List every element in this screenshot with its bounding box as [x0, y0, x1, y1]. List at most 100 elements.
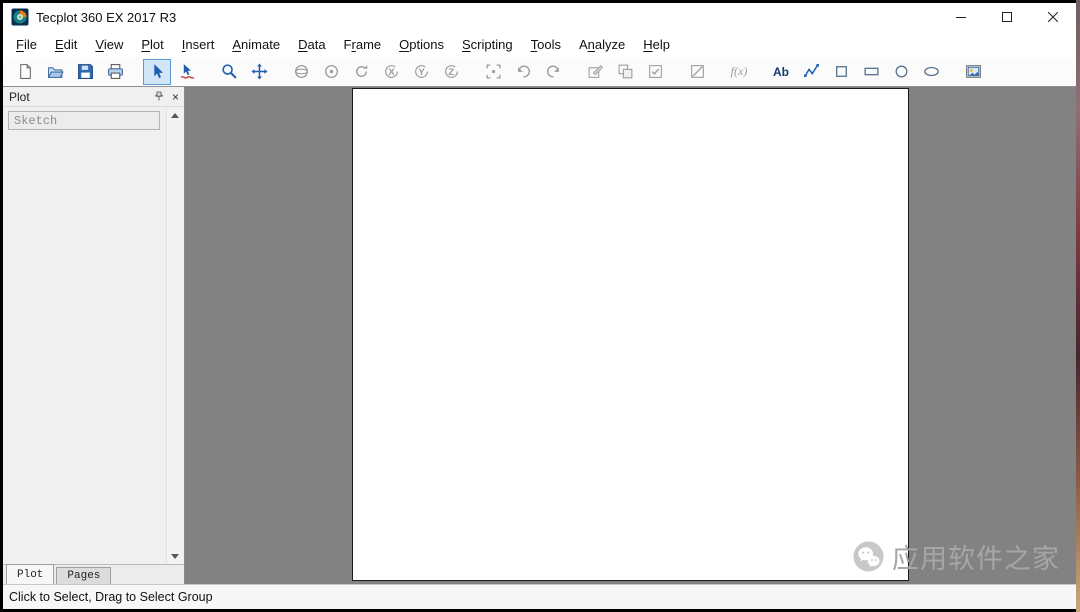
rotate-y-button[interactable]: Y: [407, 59, 435, 85]
translate-tool-button[interactable]: [245, 59, 273, 85]
redraw-button[interactable]: [581, 59, 609, 85]
undo-arrow-icon: [517, 65, 530, 78]
circle-tool-button[interactable]: [887, 59, 915, 85]
print-icon: [107, 64, 123, 79]
rotate-twist-icon: [355, 65, 367, 77]
toolbar: X Y Z f(x) Ab: [3, 57, 1076, 87]
function-tool-button[interactable]: f(x): [725, 59, 753, 85]
adjust-arrow-icon: [180, 64, 194, 79]
dock-pin-icon[interactable]: [154, 91, 165, 102]
redo-arrow-icon: [546, 65, 559, 78]
tab-pages[interactable]: Pages: [56, 567, 112, 584]
auto-redraw-button[interactable]: [641, 59, 669, 85]
window-title: Tecplot 360 EX 2017 R3: [36, 9, 177, 25]
plot-frame[interactable]: [352, 88, 909, 581]
menu-tools[interactable]: Tools: [522, 33, 570, 56]
svg-text:Z: Z: [448, 67, 454, 78]
create-frame-button[interactable]: [959, 59, 987, 85]
adjust-tool-button[interactable]: [173, 59, 201, 85]
tab-plot[interactable]: Plot: [6, 564, 55, 584]
watermark-text: 应用软件之家: [892, 544, 1060, 574]
plot-type-dropdown[interactable]: Sketch: [8, 111, 160, 130]
scroll-up-icon[interactable]: [167, 107, 184, 123]
sidebar-scrollbar[interactable]: [166, 107, 183, 564]
redraw-icon: [588, 65, 603, 78]
circle-shape-icon: [895, 65, 907, 78]
redraw-all-button[interactable]: [611, 59, 639, 85]
close-icon: [1048, 12, 1058, 22]
open-folder-icon: [47, 67, 64, 78]
menu-scripting[interactable]: Scripting: [453, 33, 522, 56]
sidebar-panel-body: Sketch: [3, 107, 184, 564]
menu-animate[interactable]: Animate: [223, 33, 289, 56]
workspace[interactable]: 应用软件之家: [185, 87, 1076, 584]
maximize-icon: [1002, 12, 1012, 22]
tecplot-logo-icon: [11, 8, 29, 26]
new-file-icon: [19, 64, 31, 79]
rotate-z-button[interactable]: Z: [437, 59, 465, 85]
print-button[interactable]: [101, 59, 129, 85]
rotate-rollerball-button[interactable]: [317, 59, 345, 85]
text-tool-button[interactable]: Ab: [767, 59, 795, 85]
minimize-button[interactable]: [938, 3, 984, 31]
ellipse-shape-icon: [923, 66, 939, 77]
menu-insert[interactable]: Insert: [173, 33, 224, 56]
square-shape-icon: [835, 66, 847, 77]
fit-view-button[interactable]: [479, 59, 507, 85]
redo-view-button[interactable]: [539, 59, 567, 85]
statusbar: Click to Select, Drag to Select Group: [3, 584, 1076, 609]
rotate-z-icon: Z: [444, 65, 458, 78]
titlebar: Tecplot 360 EX 2017 R3: [3, 3, 1076, 31]
minimize-icon: [956, 17, 966, 18]
redraw-all-icon: [618, 64, 632, 79]
menu-analyze[interactable]: Analyze: [570, 33, 634, 56]
rotate-spherical-icon: [294, 65, 308, 78]
sidebar-panel-header: Plot ×: [3, 87, 184, 107]
select-arrow-icon: [153, 64, 163, 79]
translate-arrows-icon: [251, 63, 267, 80]
text-tool-icon: Ab: [773, 64, 789, 79]
ellipse-tool-button[interactable]: [917, 59, 945, 85]
rotate-spherical-button[interactable]: [287, 59, 315, 85]
polyline-tool-button[interactable]: [797, 59, 825, 85]
menu-view[interactable]: View: [86, 33, 132, 56]
rotate-x-button[interactable]: X: [377, 59, 405, 85]
menu-frame[interactable]: Frame: [335, 33, 391, 56]
menu-help[interactable]: Help: [634, 33, 679, 56]
wechat-logo-icon: [853, 541, 884, 572]
menu-plot[interactable]: Plot: [132, 33, 172, 56]
polyline-icon: [803, 64, 819, 78]
sidebar-tabs: Plot Pages: [3, 564, 184, 584]
extended-redraw-button[interactable]: [683, 59, 711, 85]
menu-file[interactable]: File: [7, 33, 46, 56]
save-button[interactable]: [71, 59, 99, 85]
scroll-down-icon[interactable]: [167, 548, 184, 564]
panel-close-icon[interactable]: ×: [172, 91, 179, 103]
close-button[interactable]: [1030, 3, 1076, 31]
rotate-y-icon: Y: [414, 65, 428, 78]
function-icon: f(x): [730, 64, 748, 78]
undo-view-button[interactable]: [509, 59, 537, 85]
new-layout-button[interactable]: [11, 59, 39, 85]
menu-data[interactable]: Data: [289, 33, 334, 56]
open-button[interactable]: [41, 59, 69, 85]
zoom-magnifier-icon: [221, 64, 237, 79]
plot-sidebar: Plot × Sketch Plot Pages: [3, 87, 185, 584]
select-tool-button[interactable]: [143, 58, 171, 85]
rectangle-shape-icon: [863, 67, 879, 76]
square-tool-button[interactable]: [827, 59, 855, 85]
zoom-tool-button[interactable]: [215, 59, 243, 85]
svg-text:X: X: [388, 67, 395, 78]
rotate-twist-button[interactable]: [347, 59, 375, 85]
rotate-x-icon: X: [384, 65, 398, 78]
rectangle-tool-button[interactable]: [857, 59, 885, 85]
save-floppy-icon: [77, 64, 93, 79]
menubar: File Edit View Plot Insert Animate Data …: [3, 31, 1076, 57]
status-message: Click to Select, Drag to Select Group: [9, 590, 213, 604]
menu-edit[interactable]: Edit: [46, 33, 86, 56]
tab-pages-label: Pages: [67, 570, 101, 582]
fit-view-icon: [485, 64, 501, 79]
maximize-button[interactable]: [984, 3, 1030, 31]
menu-options[interactable]: Options: [390, 33, 453, 56]
sidebar-panel-title: Plot: [9, 89, 30, 104]
